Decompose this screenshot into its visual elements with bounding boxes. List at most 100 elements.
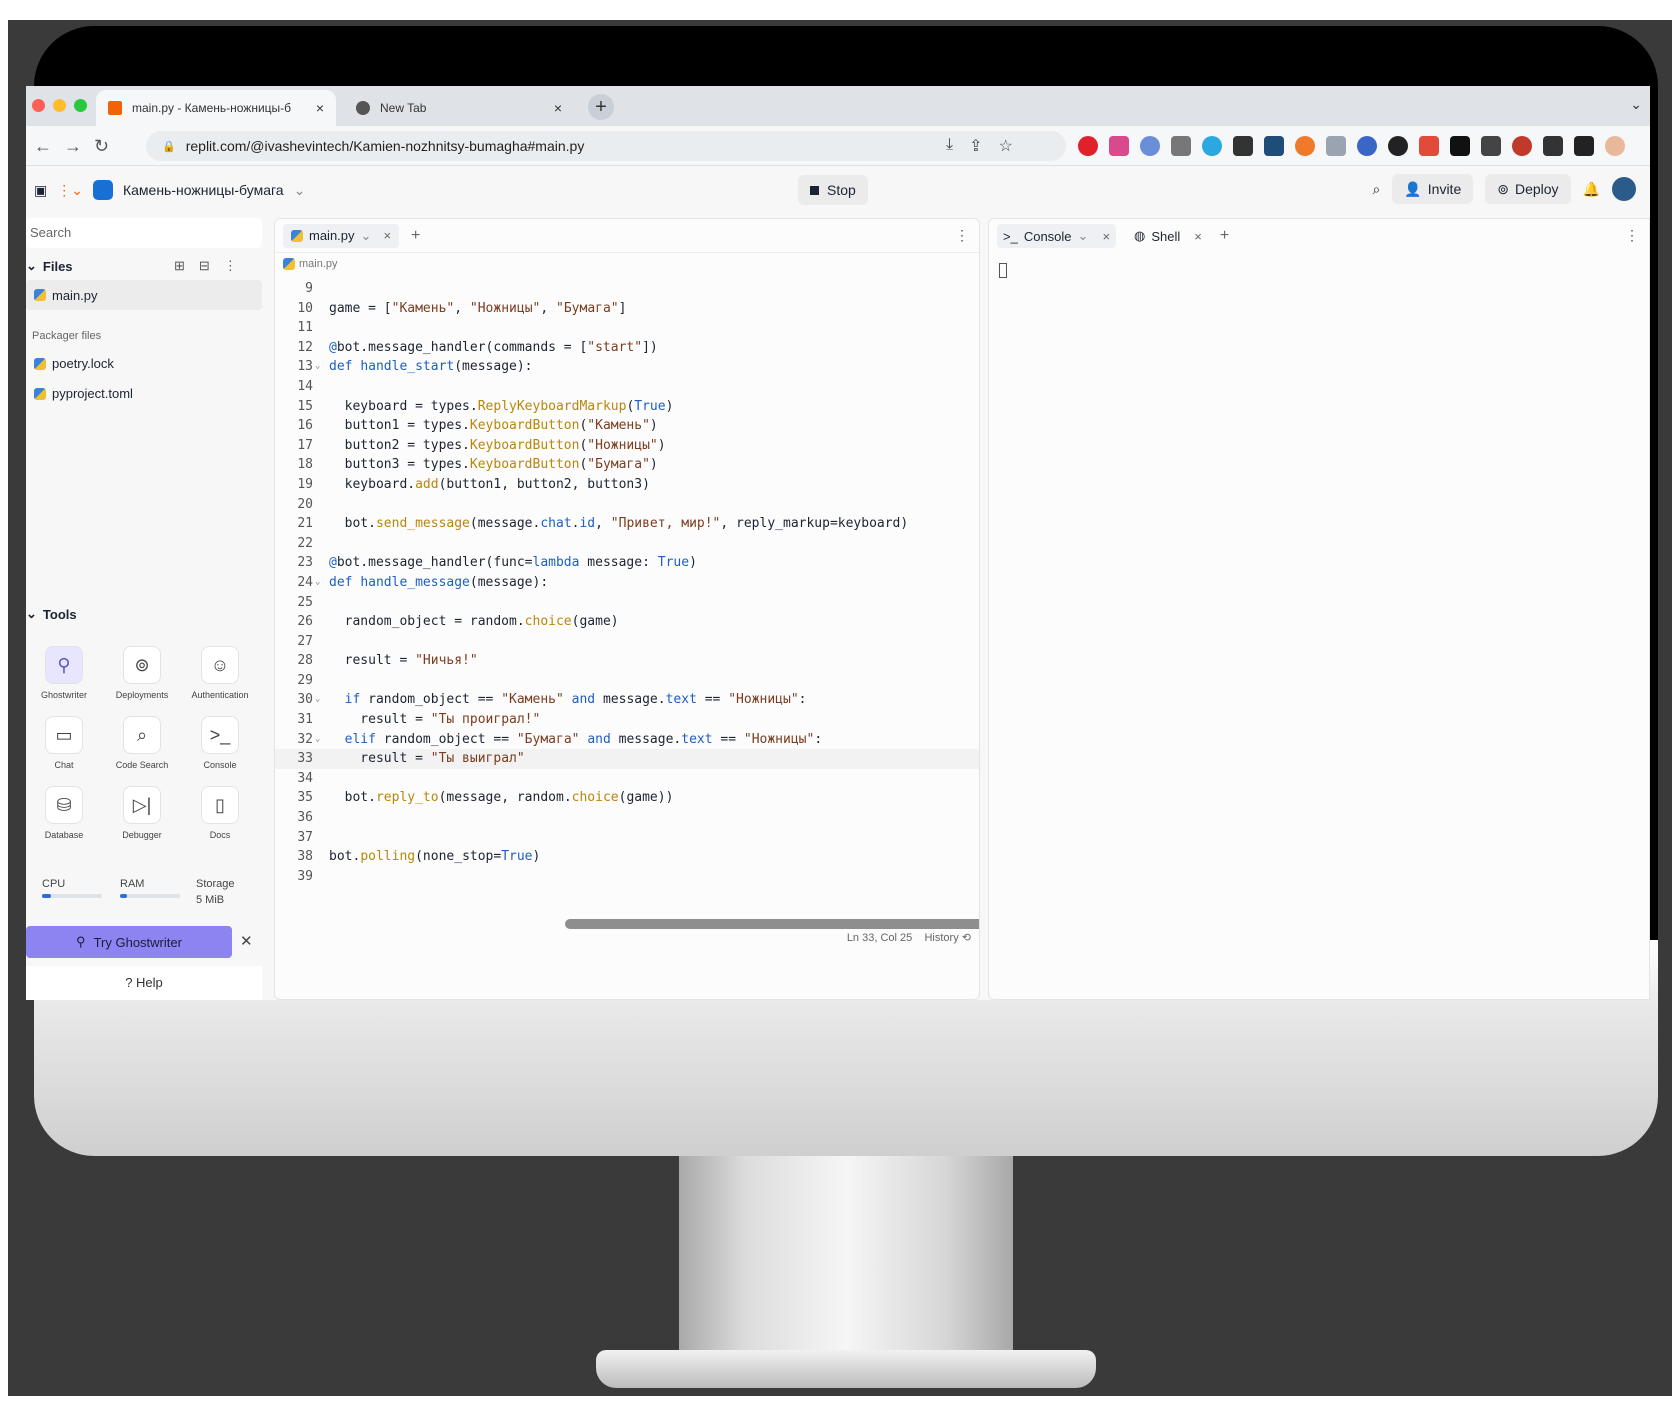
zoom-window-button[interactable]	[74, 99, 87, 112]
extension-icon[interactable]	[1140, 136, 1160, 156]
extension-icon[interactable]	[1202, 136, 1222, 156]
code-line: 28 result = "Ничья!"	[297, 653, 478, 669]
more-icon[interactable]: ⋮	[224, 258, 237, 274]
horizontal-scrollbar[interactable]	[565, 919, 979, 929]
install-icon[interactable]: ⤓	[946, 136, 953, 156]
tools-title: Tools	[42, 606, 77, 622]
editor-pane: main.py ⌄ × + ⋮ main.py 9 10 game = ["Кам…	[274, 218, 980, 1000]
invite-button[interactable]: 👤 Invite	[1392, 174, 1474, 204]
tool-debugger[interactable]: ▷| Debugger	[104, 786, 180, 840]
chevron-down-icon[interactable]: ⌄	[1630, 96, 1642, 113]
tool-database[interactable]: ⛁ Database	[26, 786, 102, 840]
code-line: 17 button2 = types.KeyboardButton("Ножни…	[297, 437, 666, 453]
tool-chat[interactable]: ▭ Chat	[26, 716, 102, 770]
tool-console[interactable]: >_ Console	[182, 716, 258, 770]
file-pyproject-toml[interactable]: pyproject.toml	[34, 386, 133, 401]
close-tab-icon[interactable]: ×	[383, 228, 391, 243]
tool-docs[interactable]: ▯ Docs	[182, 786, 258, 840]
tool-authentication[interactable]: ☺ Authentication	[182, 646, 258, 700]
search-input[interactable]: Search	[26, 218, 262, 248]
minimize-window-button[interactable]	[53, 99, 66, 112]
deploy-button[interactable]: ⊚ Deploy	[1485, 174, 1571, 204]
cpu-bar	[42, 894, 102, 898]
new-folder-icon[interactable]: ⊟	[199, 258, 210, 274]
console-cursor[interactable]	[999, 263, 1007, 278]
tools-section-header[interactable]: ⌄ Tools	[26, 606, 77, 622]
extension-icon[interactable]	[1264, 136, 1284, 156]
extension-icon[interactable]	[1326, 136, 1346, 156]
extension-icon[interactable]	[1357, 136, 1377, 156]
new-tab-button[interactable]: +	[588, 94, 614, 120]
new-file-icon[interactable]: ⊞	[174, 258, 185, 274]
forward-icon[interactable]: →	[64, 136, 82, 157]
code-area[interactable]: 9 10 game = ["Камень", "Ножницы", "Бумага…	[275, 279, 979, 886]
extension-icon[interactable]	[1481, 136, 1501, 156]
terminal-icon: >_	[1003, 228, 1018, 244]
code-line: 21 bot.send_message(message.chat.id, "Пр…	[297, 516, 909, 532]
chevron-down-icon[interactable]: ⌄	[1078, 228, 1089, 244]
code-line: 29	[297, 672, 313, 688]
extension-icon[interactable]	[1419, 136, 1439, 156]
browser-tab-replit[interactable]: main.py - Камень-ножницы-б ×	[96, 90, 336, 126]
extension-icon[interactable]	[1450, 136, 1470, 156]
extension-icon[interactable]	[1295, 136, 1315, 156]
console-pane: >_ Console ⌄ × ◍ Shell × + ⋮	[988, 218, 1650, 1000]
python-file-icon	[34, 357, 46, 370]
chrome-favicon-icon	[356, 101, 370, 115]
browser-tab-new[interactable]: New Tab ×	[344, 90, 574, 126]
file-poetry-lock[interactable]: poetry.lock	[34, 356, 114, 371]
more-icon[interactable]: ⋮	[955, 227, 969, 244]
close-icon[interactable]: ✕	[240, 932, 253, 950]
bell-icon[interactable]: 🔔	[1583, 181, 1600, 198]
stop-button[interactable]: Stop	[798, 175, 868, 205]
share-icon[interactable]: ⇪	[969, 136, 982, 156]
close-tab-icon[interactable]: ×	[554, 100, 562, 116]
tool-ghostwriter[interactable]: ⚲ Ghostwriter	[26, 646, 102, 700]
tool-code-search[interactable]: ⌕ Code Search	[104, 716, 180, 770]
bookmark-star-icon[interactable]: ☆	[998, 136, 1012, 156]
replit-favicon-icon	[108, 101, 122, 115]
chevron-down-icon[interactable]: ⌄	[294, 182, 306, 199]
tool-deployments[interactable]: ⊚ Deployments	[104, 646, 180, 700]
extension-icon[interactable]	[1109, 136, 1129, 156]
python-file-icon	[291, 229, 303, 242]
profile-avatar[interactable]	[1605, 136, 1625, 156]
shell-icon: ◍	[1134, 228, 1146, 243]
extension-icon[interactable]	[1388, 136, 1408, 156]
close-tab-icon[interactable]: ×	[1102, 229, 1110, 244]
header-right: ⌕ 👤 Invite ⊚ Deploy 🔔	[1372, 174, 1636, 204]
code-line: 26 random_object = random.choice(game)	[297, 614, 619, 630]
extension-icon[interactable]	[1233, 136, 1253, 156]
file-main-py[interactable]: main.py	[26, 280, 262, 310]
tab-main-py[interactable]: main.py ⌄ ×	[283, 223, 400, 248]
add-tab-icon[interactable]: +	[1220, 227, 1229, 245]
repl-name[interactable]: Камень-ножницы-бумага	[123, 182, 284, 198]
reload-icon[interactable]: ↻	[94, 136, 109, 157]
back-icon[interactable]: ←	[34, 136, 52, 157]
opera-extension-icon[interactable]	[1078, 136, 1098, 156]
sidepanel-icon[interactable]	[1574, 136, 1594, 156]
code-line: 36	[297, 810, 313, 826]
files-section-header[interactable]: ⌄ Files	[26, 258, 73, 274]
puzzle-icon[interactable]	[1543, 136, 1563, 156]
extension-icon[interactable]	[1512, 136, 1532, 156]
search-icon[interactable]: ⌕	[1372, 181, 1380, 198]
avatar[interactable]	[1612, 177, 1636, 201]
extension-icon[interactable]	[1171, 136, 1191, 156]
help-button[interactable]: ? Help	[26, 966, 262, 1000]
address-bar[interactable]: 🔒 replit.com/@ivashevintech/Kamien-nozhn…	[146, 131, 1066, 161]
tab-shell[interactable]: ◍ Shell ×	[1128, 224, 1208, 248]
close-tab-icon[interactable]: ×	[316, 100, 324, 116]
history-button[interactable]: History	[924, 932, 958, 944]
close-window-button[interactable]	[32, 99, 45, 112]
tab-console[interactable]: >_ Console ⌄ ×	[997, 224, 1117, 248]
replit-menu-icon[interactable]: ⋮⌄	[57, 182, 83, 199]
history-icon[interactable]: ⟲	[962, 932, 971, 944]
more-icon[interactable]: ⋮	[1625, 227, 1639, 244]
sidebar-toggle-icon[interactable]: ▣	[34, 182, 47, 199]
add-tab-icon[interactable]: +	[411, 227, 420, 245]
ghostwriter-icon: ⚲	[45, 646, 83, 684]
try-ghostwriter-button[interactable]: ⚲ Try Ghostwriter	[26, 926, 232, 958]
close-tab-icon[interactable]: ×	[1194, 229, 1202, 244]
chevron-down-icon[interactable]: ⌄	[361, 228, 372, 244]
